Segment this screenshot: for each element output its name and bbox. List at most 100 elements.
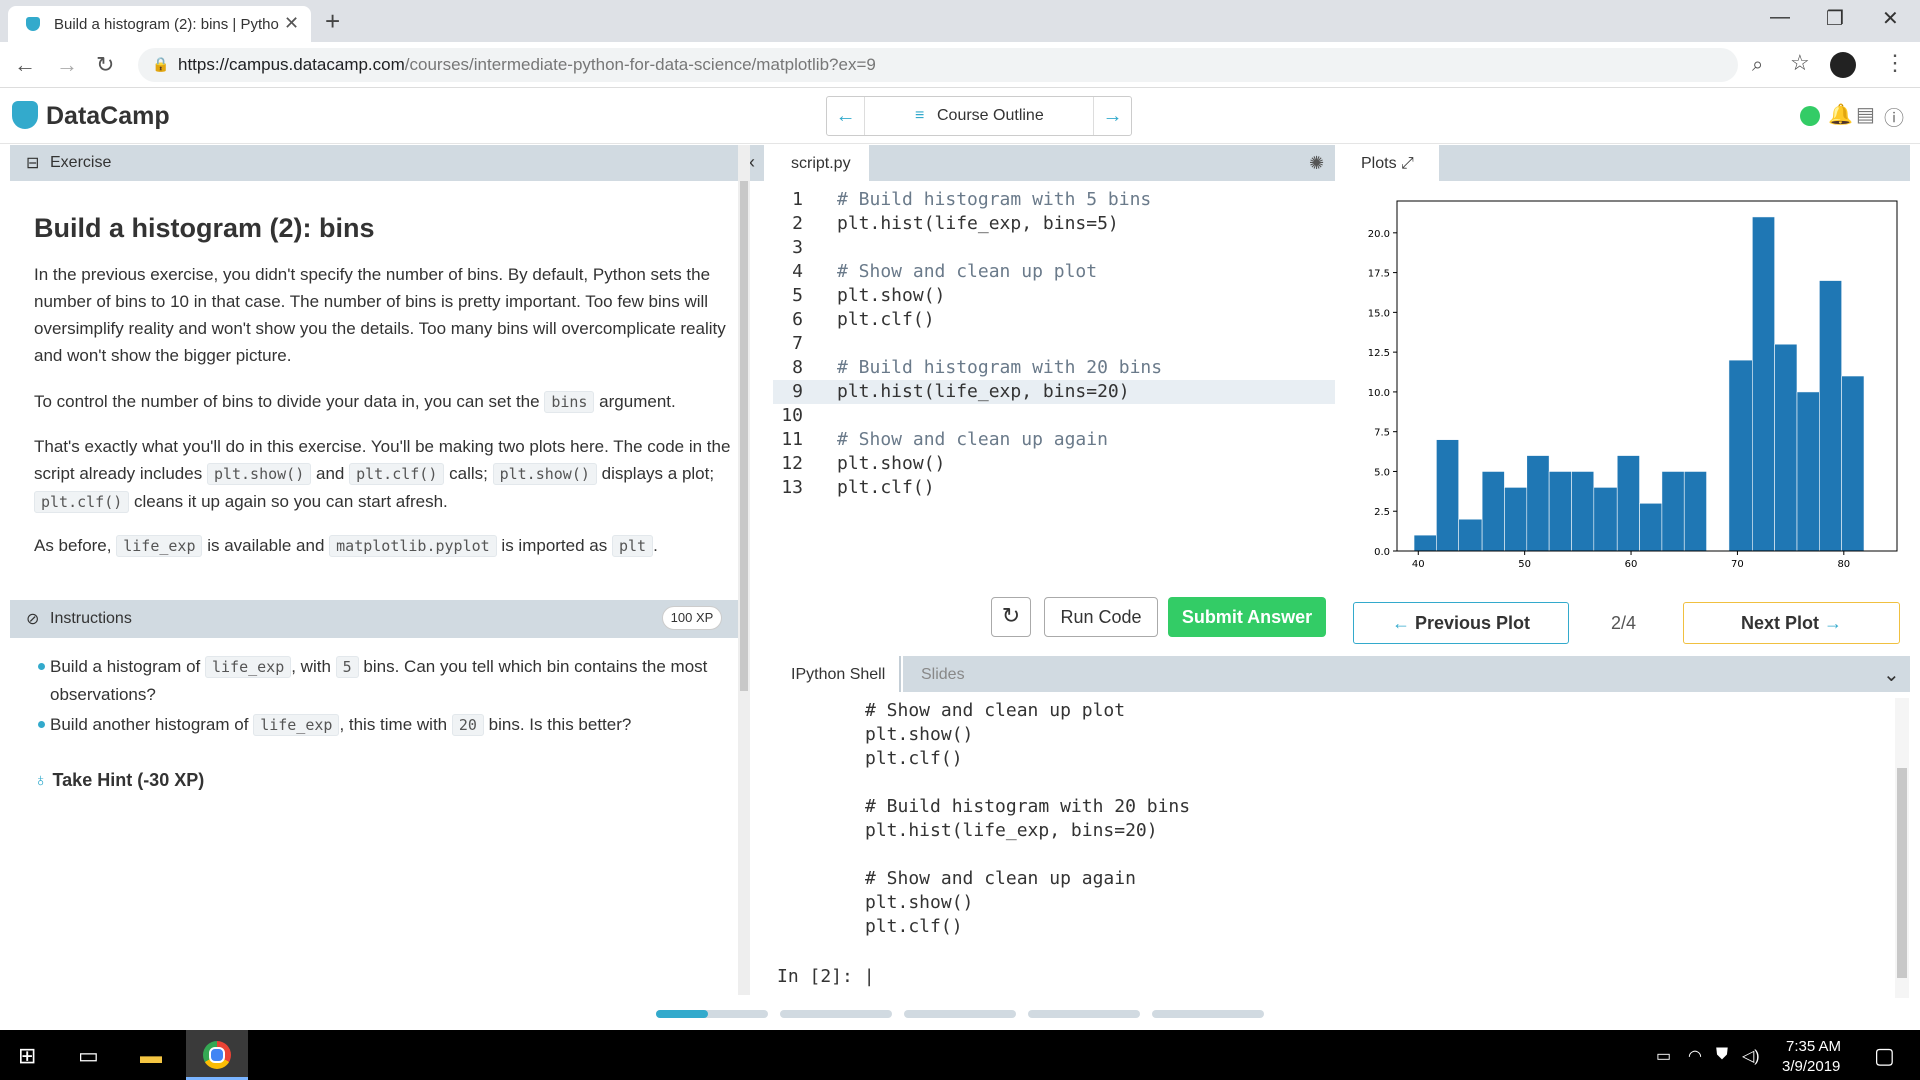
close-window-icon[interactable]: ✕ <box>1882 6 1899 31</box>
shell-prompt[interactable]: In [2]: | <box>777 966 875 987</box>
text: As before, <box>34 536 112 555</box>
take-hint-button[interactable]: ♁ Take Hint (-30 XP) <box>34 770 204 791</box>
tab-ipython-shell[interactable]: IPython Shell <box>773 656 903 692</box>
next-exercise-arrow-icon[interactable]: → <box>1093 97 1131 135</box>
code-editor: script.py ✺ 1 # Build histogram with 5 bi… <box>773 145 1335 650</box>
code-line[interactable]: plt.hist(life_exp, bins=5) <box>837 213 1119 234</box>
reload-icon[interactable]: ↻ <box>96 52 114 78</box>
back-icon[interactable]: ← <box>14 52 36 78</box>
browser-menu-icon[interactable]: ⋮ <box>1884 50 1906 76</box>
shield-icon[interactable]: ⛊ <box>1716 1046 1728 1064</box>
shell-line: # Show and clean up again <box>865 868 1136 889</box>
info-icon[interactable]: ⓘ <box>1884 102 1904 131</box>
bookmark-star-icon[interactable]: ☆ <box>1790 50 1810 76</box>
hint-label: Take Hint (-30 XP) <box>52 770 205 790</box>
next-plot-button[interactable]: Next Plot → <box>1683 602 1900 644</box>
tab-plots[interactable]: Plots ⤢ <box>1343 145 1439 181</box>
datacamp-logo-icon[interactable] <box>12 101 38 129</box>
plot-page-indicator: 2/4 <box>1611 613 1637 633</box>
lightbulb-icon: ♁ <box>34 770 48 790</box>
status-dot <box>1800 106 1820 126</box>
instructions-header: ⊘ Instructions 100 XP <box>10 600 738 638</box>
exercise-paragraph-3: That's exactly what you'll do in this ex… <box>34 433 734 516</box>
code-line[interactable]: plt.show() <box>837 453 945 474</box>
line-number: 4 <box>792 261 803 282</box>
submit-answer-button[interactable]: Submit Answer <box>1168 597 1326 637</box>
notification-icon[interactable]: ▢ <box>1874 1043 1895 1069</box>
previous-exercise-arrow-icon[interactable]: ← <box>827 97 865 135</box>
course-outline-nav: ← ≡ Course Outline → <box>826 96 1132 136</box>
shell-scrollbar[interactable] <box>1895 698 1909 998</box>
chrome-taskbar-button[interactable] <box>186 1030 248 1080</box>
histogram-bar <box>1796 391 1820 552</box>
histogram-bar <box>1526 455 1550 552</box>
hamburger-icon: ≡ <box>915 107 925 124</box>
profile-avatar[interactable] <box>1830 52 1856 78</box>
bullet-icon <box>38 663 45 670</box>
code-plt-clf: plt.clf() <box>349 463 445 485</box>
minimize-icon[interactable]: — <box>1770 6 1790 29</box>
histogram-bar <box>1639 502 1663 552</box>
zoom-icon[interactable]: ⌕ <box>1752 54 1763 77</box>
tab-slides[interactable]: Slides <box>921 666 965 684</box>
tab-script-py[interactable]: script.py <box>773 145 869 181</box>
datacamp-logo-text[interactable]: DataCamp <box>46 102 170 131</box>
code-life-exp: life_exp <box>253 714 340 736</box>
instruction-item-2: Build another histogram of life_exp, thi… <box>50 711 730 739</box>
run-code-button[interactable]: Run Code <box>1044 597 1158 637</box>
browser-tab[interactable]: Build a histogram (2): bins | Pytho ✕ <box>8 6 311 42</box>
line-number: 3 <box>792 237 803 258</box>
close-tab-icon[interactable]: ✕ <box>284 13 299 34</box>
histogram-bar <box>1436 439 1460 552</box>
shell-line: plt.show() <box>865 724 974 745</box>
bell-icon[interactable]: 🔔 <box>1828 102 1853 127</box>
task-view-icon[interactable]: ▭ <box>78 1043 99 1069</box>
code-5: 5 <box>335 656 359 678</box>
y-tick-label: 12.5 <box>1368 348 1390 359</box>
scrollbar-thumb[interactable] <box>740 181 748 691</box>
battery-icon[interactable]: ▭ <box>1656 1046 1671 1066</box>
clock-date[interactable]: 3/9/2019 <box>1782 1058 1840 1075</box>
exercise-scrollbar[interactable] <box>738 145 750 995</box>
pdf-icon[interactable]: ▤ <box>1856 102 1875 127</box>
file-explorer-icon[interactable]: ▬ <box>140 1043 162 1069</box>
code-line[interactable]: # Show and clean up again <box>837 429 1108 450</box>
address-bar[interactable]: 🔒 https://campus.datacamp.com/courses/in… <box>138 48 1738 82</box>
previous-plot-button[interactable]: ← Previous Plot <box>1353 602 1569 644</box>
code-line[interactable]: # Build histogram with 5 bins <box>837 189 1151 210</box>
code-line[interactable]: plt.hist(life_exp, bins=20) <box>837 381 1130 402</box>
maximize-icon[interactable]: ❐ <box>1826 6 1844 31</box>
x-tick-label: 70 <box>1731 559 1744 570</box>
code-line[interactable]: # Build histogram with 20 bins <box>837 357 1162 378</box>
histogram-bar <box>1458 518 1483 552</box>
wifi-icon[interactable]: ◠ <box>1688 1046 1702 1066</box>
text: To control the number of bins to divide … <box>34 392 540 411</box>
code-line[interactable]: plt.show() <box>837 285 945 306</box>
y-tick-label: 10.0 <box>1368 388 1390 399</box>
scrollbar-thumb[interactable] <box>1897 768 1907 978</box>
reset-code-button[interactable]: ↻ <box>991 597 1031 637</box>
text: , this time with <box>339 715 448 734</box>
code-line[interactable]: plt.clf() <box>837 477 935 498</box>
chevron-down-icon[interactable]: ⌄ <box>1883 662 1900 687</box>
expand-icon[interactable]: ⤢ <box>1401 155 1414 172</box>
clock-time[interactable]: 7:35 AM <box>1786 1038 1841 1055</box>
code-area[interactable]: 1 # Build histogram with 5 bins 2 plt.hist(… <box>773 189 1335 589</box>
settings-gear-icon[interactable]: ✺ <box>1309 153 1324 174</box>
progress-fill <box>656 1010 708 1018</box>
url-path: /courses/intermediate-python-for-data-sc… <box>404 55 876 74</box>
histogram-bar <box>1593 487 1618 552</box>
shell-output[interactable]: # Show and clean up plot plt.show() plt.cl… <box>773 700 1883 990</box>
volume-icon[interactable]: ◁) <box>1742 1046 1760 1066</box>
code-line[interactable]: # Show and clean up plot <box>837 261 1097 282</box>
shell-line: plt.clf() <box>865 916 963 937</box>
line-number: 8 <box>792 357 803 378</box>
exercise-progress <box>656 1010 1266 1018</box>
next-plot-label: Next Plot <box>1740 613 1819 633</box>
windows-start-icon[interactable]: ⊞ <box>18 1043 36 1069</box>
course-outline-button[interactable]: Course Outline <box>937 107 1044 125</box>
x-tick-label: 40 <box>1412 559 1425 570</box>
code-line[interactable]: plt.clf() <box>837 309 935 330</box>
forward-icon[interactable]: → <box>56 52 78 78</box>
new-tab-icon[interactable]: + <box>325 6 340 37</box>
